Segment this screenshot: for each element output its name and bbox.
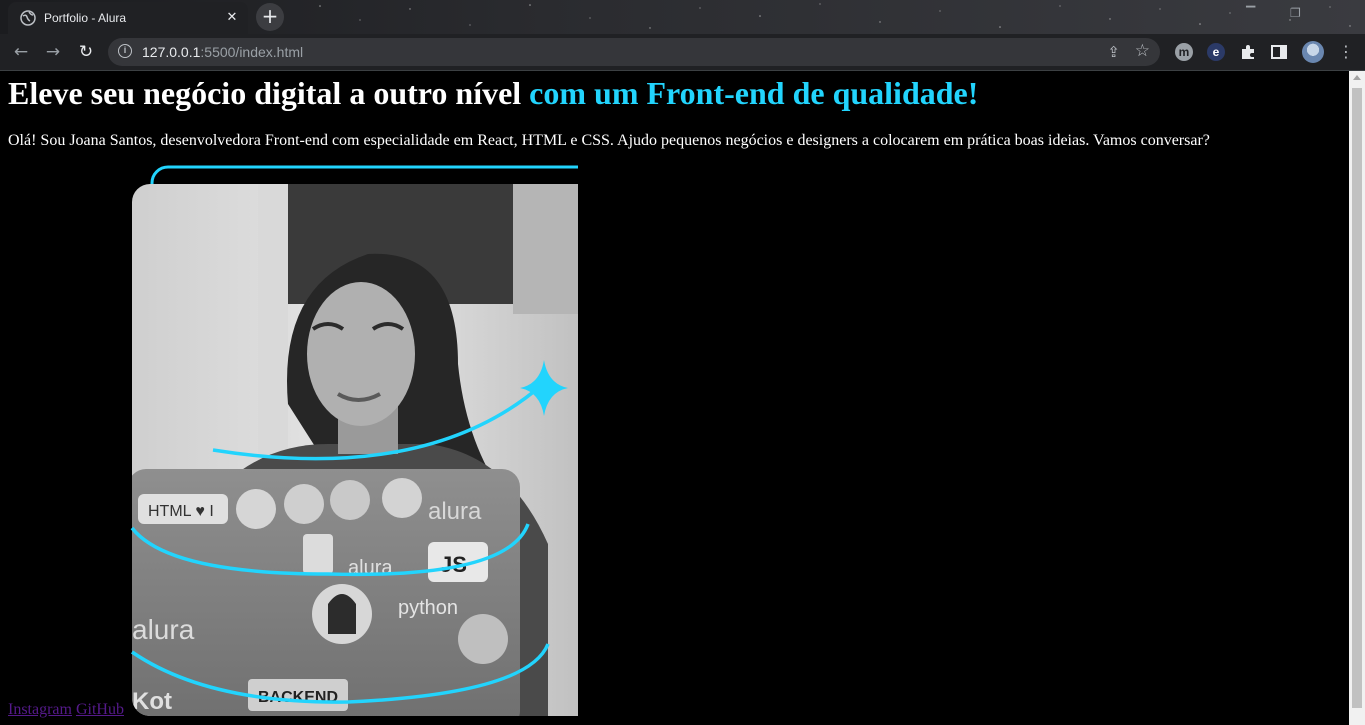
social-links: Instagram GitHub [8, 701, 128, 719]
bookmark-star-icon[interactable]: ☆ [1135, 41, 1150, 61]
puzzle-icon[interactable] [1239, 43, 1257, 61]
github-link[interactable]: GitHub [76, 701, 124, 718]
sticker-kot: Kot [132, 688, 172, 715]
close-icon[interactable]: ✕ [224, 10, 240, 26]
profile-avatar[interactable] [1302, 41, 1324, 63]
extension-m-icon[interactable]: m [1175, 43, 1193, 61]
page-viewport: Eleve seu negócio digital a outro nível … [0, 71, 1349, 725]
hero-portrait-image: HTML ♥ I alura alura JS python alura BAC… [130, 165, 578, 716]
page-scrollbar[interactable] [1349, 71, 1365, 725]
extension-e-icon[interactable]: e [1207, 43, 1225, 61]
sticker-alura-1: alura [428, 498, 482, 525]
scroll-up-arrow-icon[interactable] [1353, 75, 1361, 80]
url-text: 127.0.0.1:5500/index.html [142, 44, 303, 60]
headline-accent: com um Front-end de qualidade! [529, 75, 979, 111]
globe-icon [20, 10, 36, 26]
address-bar[interactable]: i 127.0.0.1:5500/index.html ⇪ ☆ [108, 38, 1160, 66]
tab-strip: Portfolio - Alura ✕ + ▔ ❐ [0, 0, 1365, 34]
sticker-alura-3: alura [132, 614, 195, 645]
scroll-thumb[interactable] [1352, 88, 1362, 708]
side-panel-icon[interactable] [1271, 44, 1287, 60]
instagram-link[interactable]: Instagram [8, 701, 72, 718]
url-host: 127.0.0.1 [142, 44, 201, 60]
maximize-icon[interactable]: ❐ [1290, 6, 1301, 20]
minimize-icon[interactable]: ▔ [1246, 6, 1255, 20]
sticker-python: python [398, 597, 458, 619]
portrait-photo: HTML ♥ I alura alura JS python alura BAC… [132, 184, 578, 716]
reload-icon[interactable]: ↻ [75, 41, 97, 63]
browser-toolbar: ← → ↻ i 127.0.0.1:5500/index.html ⇪ ☆ m … [0, 34, 1365, 71]
headline-main: Eleve seu negócio digital a outro nível [8, 75, 530, 111]
site-info-icon[interactable]: i [118, 44, 132, 58]
tab-title: Portfolio - Alura [44, 11, 127, 25]
browser-tab[interactable]: Portfolio - Alura ✕ [8, 2, 248, 34]
intro-paragraph: Olá! Sou Joana Santos, desenvolvedora Fr… [8, 132, 1210, 149]
page-headline: Eleve seu negócio digital a outro nível … [8, 75, 978, 112]
url-path: :5500/index.html [200, 44, 304, 60]
share-icon[interactable]: ⇪ [1107, 43, 1120, 61]
new-tab-button[interactable]: + [256, 3, 284, 31]
back-arrow-icon[interactable]: ← [10, 41, 32, 63]
menu-kebab-icon[interactable]: ⋮ [1338, 42, 1354, 61]
forward-arrow-icon[interactable]: → [42, 41, 64, 63]
sticker-html: HTML ♥ I [148, 503, 214, 520]
